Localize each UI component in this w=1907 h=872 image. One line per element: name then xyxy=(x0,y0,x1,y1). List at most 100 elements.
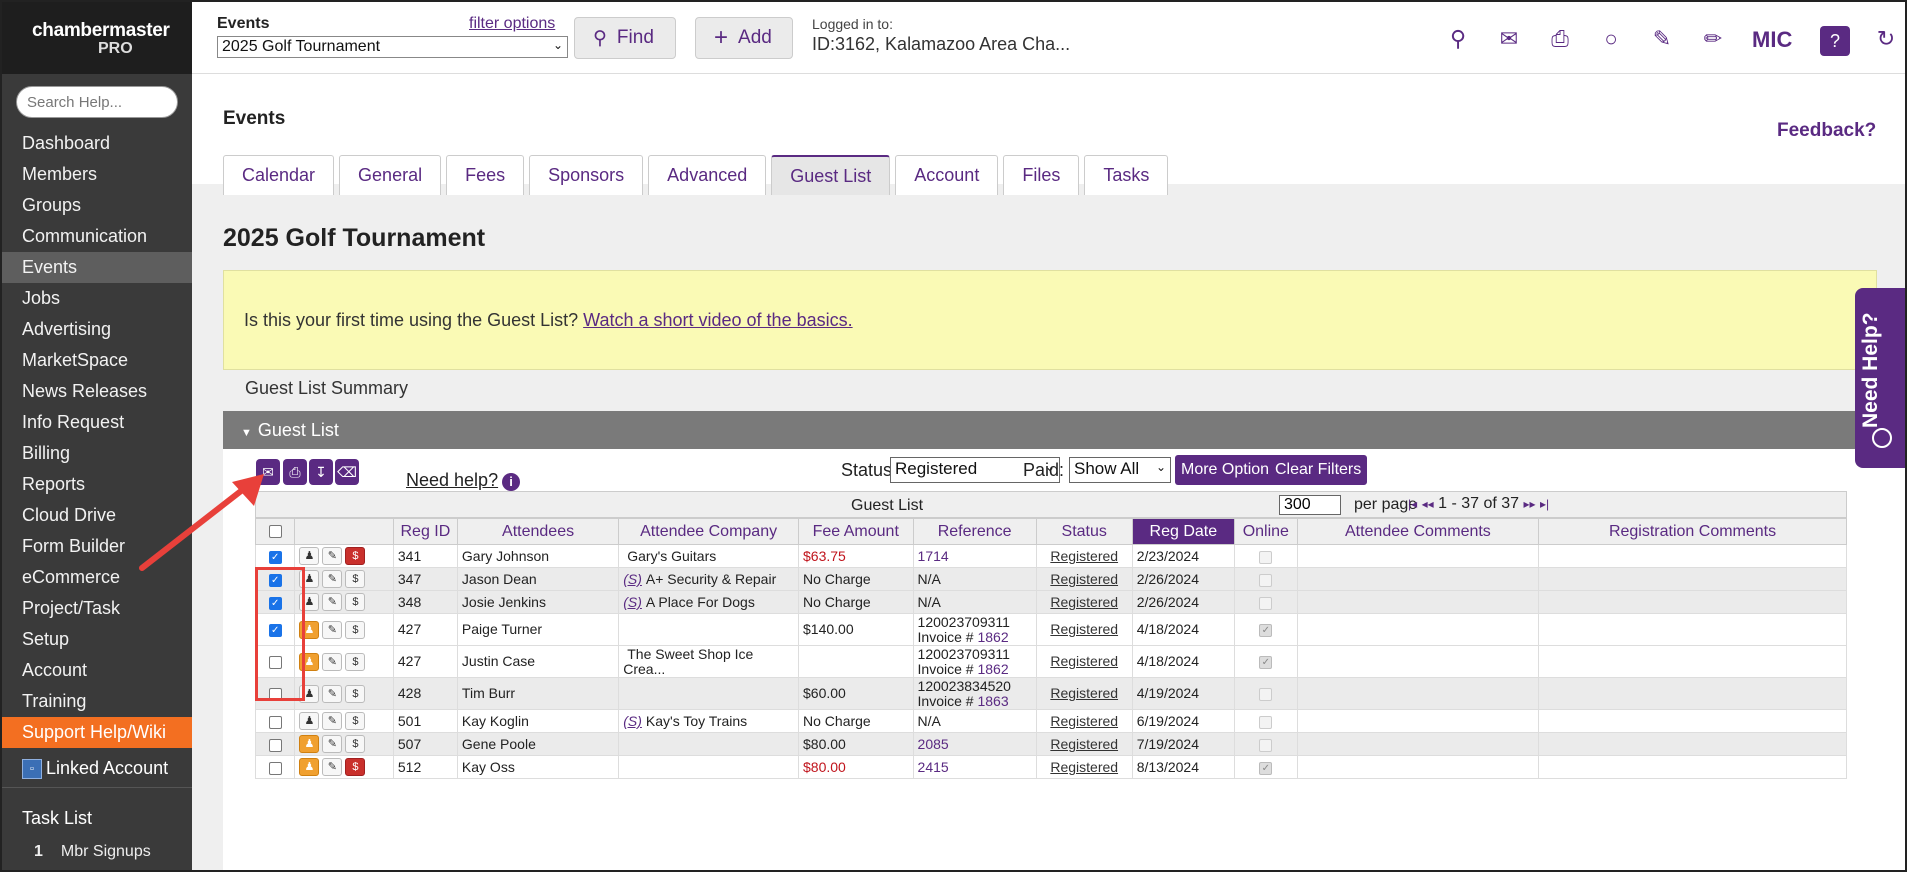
status-link[interactable]: Registered xyxy=(1050,571,1118,587)
sidebar-item-billing[interactable]: Billing xyxy=(2,438,192,469)
download-icon[interactable]: ↧ xyxy=(309,459,333,485)
logo[interactable]: chambermaster PRO xyxy=(2,2,192,74)
dollar-icon[interactable]: $ xyxy=(345,735,366,754)
sponsor-tag[interactable]: (S) xyxy=(623,713,642,729)
status-link[interactable]: Registered xyxy=(1050,736,1118,752)
per-page-select[interactable]: 300 xyxy=(1279,495,1341,515)
edit-icon[interactable]: ✎ xyxy=(322,593,343,612)
edit-icon[interactable]: ✎ xyxy=(322,735,343,754)
mic-label[interactable]: MIC xyxy=(1752,27,1792,53)
status-link[interactable]: Registered xyxy=(1050,713,1118,729)
col-registration-comments[interactable]: Registration Comments xyxy=(1538,518,1847,545)
sidebar-item-info-request[interactable]: Info Request xyxy=(2,407,192,438)
guest-list-header[interactable]: ▼ Guest List xyxy=(223,411,1905,449)
dollar-icon[interactable]: $ xyxy=(345,758,366,777)
tab-general[interactable]: General xyxy=(339,155,442,195)
invoice-link[interactable]: 1862 xyxy=(977,629,1008,645)
filter-options-link[interactable]: filter options xyxy=(469,15,555,33)
status-link[interactable]: Registered xyxy=(1050,594,1118,610)
sidebar-item-events[interactable]: Events xyxy=(2,252,192,283)
reference-value[interactable]: 2415 xyxy=(918,759,1032,775)
tab-tasks[interactable]: Tasks xyxy=(1084,155,1169,195)
more-options-button[interactable]: More Options xyxy=(1175,455,1284,485)
tab-files[interactable]: Files xyxy=(1003,155,1080,195)
sidebar-item-dashboard[interactable]: Dashboard xyxy=(2,128,192,159)
feedback-link[interactable]: Feedback? xyxy=(1777,120,1876,142)
sidebar-item-account[interactable]: Account xyxy=(2,655,192,686)
sidebar-item-marketspace[interactable]: MarketSpace xyxy=(2,345,192,376)
dollar-icon[interactable]: $ xyxy=(345,620,366,639)
col-reg-id[interactable]: Reg ID xyxy=(392,518,458,545)
col-attendees[interactable]: Attendees xyxy=(456,518,620,545)
status-link[interactable]: Registered xyxy=(1050,685,1118,701)
print-icon[interactable]: ⎙ xyxy=(283,459,307,485)
sidebar-item-communication[interactable]: Communication xyxy=(2,221,192,252)
tab-account[interactable]: Account xyxy=(895,155,999,195)
tab-calendar[interactable]: Calendar xyxy=(223,155,335,195)
prev-page-icon[interactable]: ◂◂ xyxy=(1422,497,1434,511)
find-button[interactable]: ⚲ Find xyxy=(574,17,676,59)
need-help-link[interactable]: Need help? i xyxy=(406,470,521,491)
dollar-icon[interactable]: $ xyxy=(345,547,366,566)
col-attendee-comments[interactable]: Attendee Comments xyxy=(1296,518,1540,545)
tab-advanced[interactable]: Advanced xyxy=(648,155,767,195)
sidebar-item-members[interactable]: Members xyxy=(2,159,192,190)
status-link[interactable]: Registered xyxy=(1050,653,1118,669)
row-select-checkbox[interactable] xyxy=(268,715,282,729)
row-select-checkbox[interactable] xyxy=(268,738,282,752)
sidebar-item-jobs[interactable]: Jobs xyxy=(2,283,192,314)
sidebar-item-news-releases[interactable]: News Releases xyxy=(2,376,192,407)
edit-icon[interactable]: ✎ xyxy=(322,620,343,639)
paid-select[interactable]: Show All ⌄ xyxy=(1069,457,1171,483)
task-item[interactable]: 1 Mbr Signups xyxy=(2,829,192,861)
reference-value[interactable]: 1714 xyxy=(918,548,1032,564)
edit-icon[interactable]: ✎ xyxy=(1649,26,1675,52)
dollar-icon[interactable]: $ xyxy=(345,684,366,703)
status-link[interactable]: Registered xyxy=(1050,548,1118,564)
sidebar-item-setup[interactable]: Setup xyxy=(2,624,192,655)
sponsor-tag[interactable]: (S) xyxy=(623,571,642,587)
edit-icon[interactable]: ✎ xyxy=(322,570,343,589)
edit-icon[interactable]: ✎ xyxy=(322,652,343,671)
sidebar-item-training[interactable]: Training xyxy=(2,686,192,717)
next-page-icon[interactable]: ▸▸ xyxy=(1524,497,1536,511)
person-icon[interactable]: ♟ xyxy=(299,758,320,777)
pencil-icon[interactable]: ✏ xyxy=(1700,26,1726,52)
person-icon[interactable]: ♟ xyxy=(299,712,320,731)
refresh-icon[interactable]: ↻ xyxy=(1873,26,1899,52)
dollar-icon[interactable]: $ xyxy=(345,570,366,589)
mail-icon[interactable]: ✉ xyxy=(1496,26,1522,52)
sidebar-item-project-task[interactable]: Project/Task xyxy=(2,593,192,624)
print-icon[interactable]: ⎙ xyxy=(1547,26,1573,52)
reference-value[interactable]: 2085 xyxy=(918,736,1032,752)
person-icon[interactable]: ♟ xyxy=(299,547,320,566)
edit-icon[interactable]: ✎ xyxy=(322,547,343,566)
row-select-checkbox[interactable] xyxy=(268,761,282,775)
sidebar-item-groups[interactable]: Groups xyxy=(2,190,192,221)
edit-icon[interactable]: ✎ xyxy=(322,684,343,703)
trash-icon[interactable]: ⌫ xyxy=(335,459,359,485)
event-select[interactable]: 2025 Golf Tournament ⌄ xyxy=(217,36,568,58)
invoice-link[interactable]: 1863 xyxy=(977,693,1008,709)
col-reference[interactable]: Reference xyxy=(912,518,1037,545)
status-link[interactable]: Registered xyxy=(1050,759,1118,775)
edit-icon[interactable]: ✎ xyxy=(322,712,343,731)
sidebar-item-support-help-wiki[interactable]: Support Help/Wiki xyxy=(2,717,192,748)
dollar-icon[interactable]: $ xyxy=(345,712,366,731)
banner-video-link[interactable]: Watch a short video of the basics. xyxy=(583,310,852,331)
person-icon[interactable]: ♟ xyxy=(299,735,320,754)
dollar-icon[interactable]: $ xyxy=(345,652,366,671)
last-page-icon[interactable]: ▸| xyxy=(1540,497,1549,511)
edit-icon[interactable]: ✎ xyxy=(322,758,343,777)
sidebar-item-advertising[interactable]: Advertising xyxy=(2,314,192,345)
col-online[interactable]: Online xyxy=(1233,518,1298,545)
tab-sponsors[interactable]: Sponsors xyxy=(529,155,644,195)
globe-icon[interactable]: ○ xyxy=(1598,26,1624,52)
col-reg-date[interactable]: Reg Date xyxy=(1131,518,1235,545)
linked-account-link[interactable]: ▫ Linked Account xyxy=(2,748,192,788)
add-button[interactable]: + Add xyxy=(695,17,793,59)
clear-filters-button[interactable]: Clear Filters xyxy=(1269,455,1368,485)
status-link[interactable]: Registered xyxy=(1050,621,1118,637)
chat-help-icon[interactable]: ? xyxy=(1820,26,1850,56)
col-status[interactable]: Status xyxy=(1035,518,1133,545)
